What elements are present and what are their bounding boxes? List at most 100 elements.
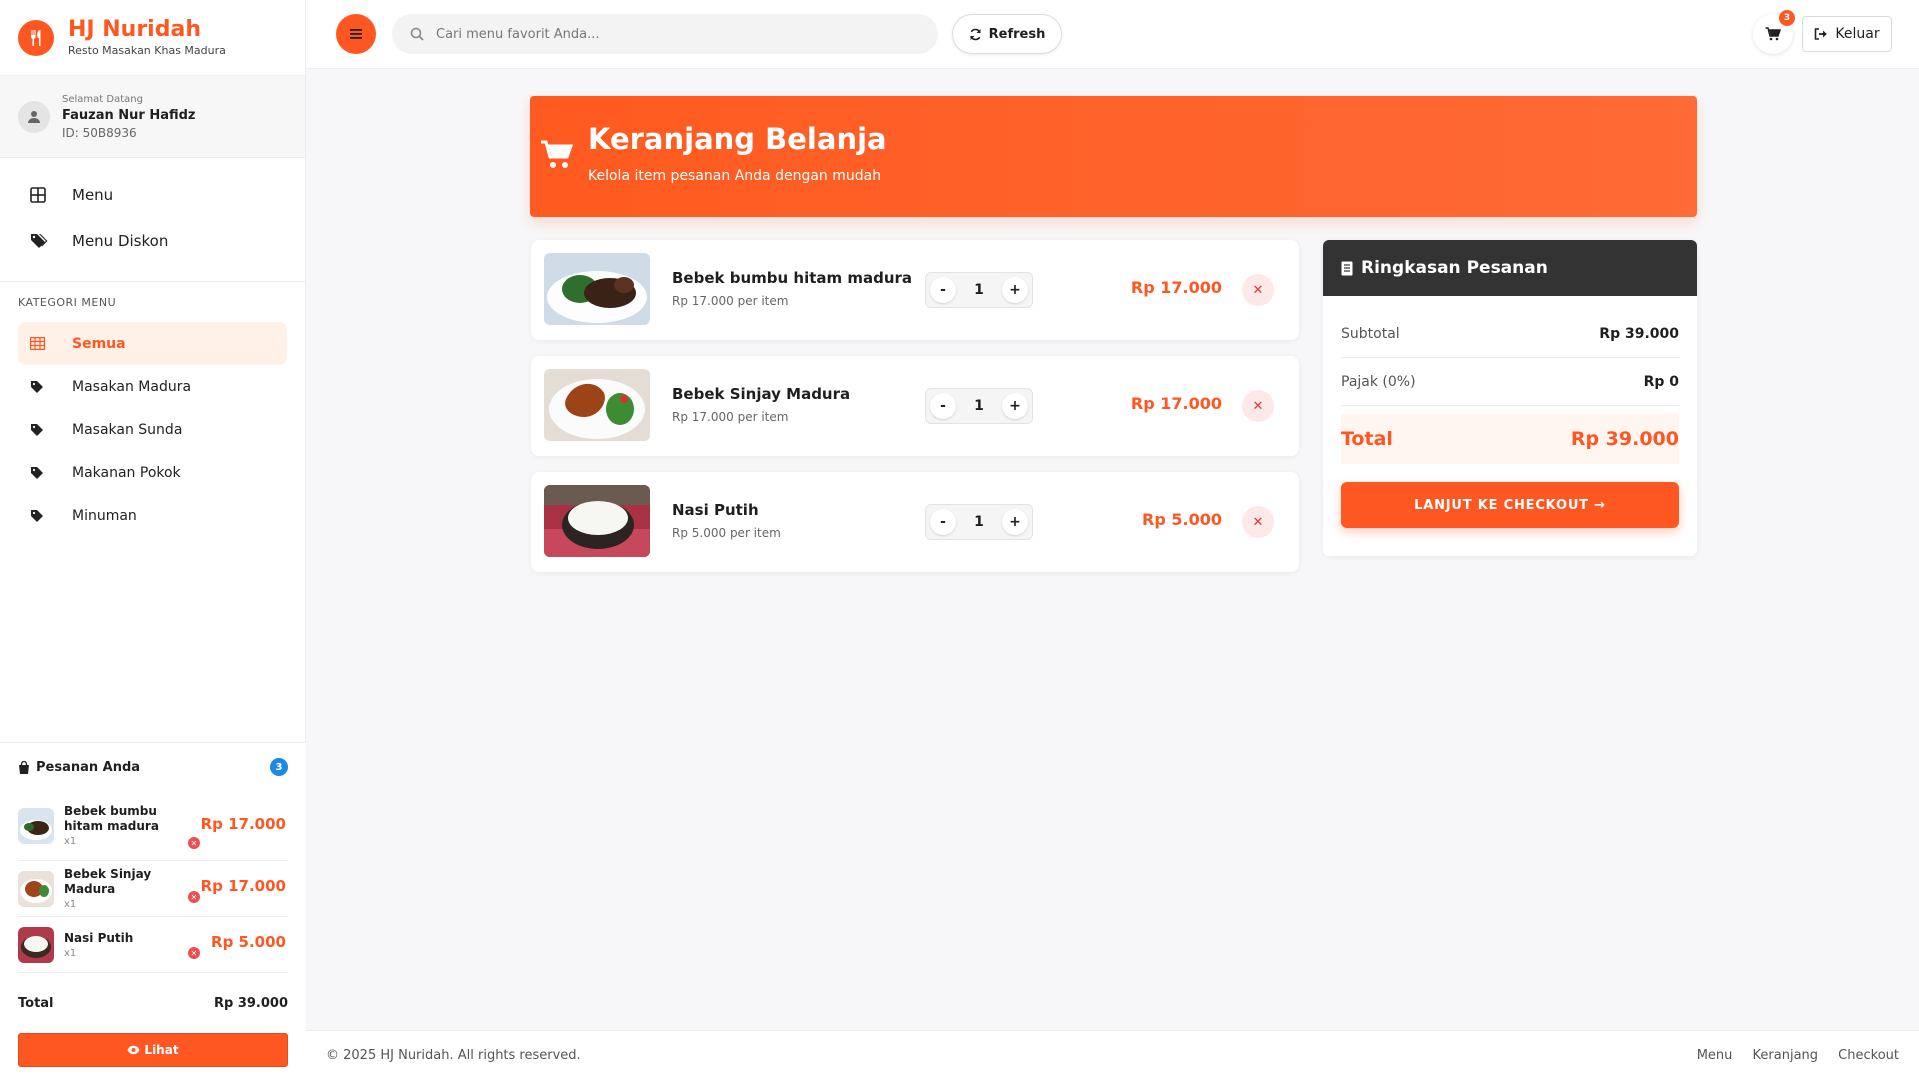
decrease-qty-button[interactable]: - [930, 393, 956, 419]
order-item-name: Nasi Putih [64, 930, 134, 945]
remove-item-button[interactable]: ✕ [1242, 390, 1274, 422]
summary-title: Ringkasan Pesanan [1361, 258, 1548, 278]
user-box: Selamat Datang Fauzan Nur Hafidz ID: 50B… [0, 76, 305, 158]
category-item-minuman[interactable]: Minuman [0, 494, 287, 537]
refresh-button[interactable]: Refresh [952, 14, 1062, 54]
view-orders-button[interactable]: Lihat [18, 1033, 288, 1067]
close-icon: ✕ [1252, 514, 1264, 530]
order-item: Nasi Putih x1 ✕ Rp 5.000 [18, 917, 288, 973]
category-item-masakan-madura[interactable]: Masakan Madura [0, 365, 287, 408]
cart-item: Bebek Sinjay Madura Rp 17.000 per item -… [531, 356, 1299, 456]
category-item-makanan-pokok[interactable]: Makanan Pokok [0, 451, 287, 494]
user-id: ID: 50B8936 [62, 125, 137, 140]
item-image [544, 485, 650, 557]
brand[interactable]: HJ Nuridah Resto Masakan Khas Madura [0, 0, 305, 76]
shopping-cart-icon [1765, 27, 1781, 41]
footer-link-keranjang[interactable]: Keranjang [1753, 1048, 1819, 1063]
decrease-qty-button[interactable]: - [930, 277, 956, 303]
orders-count-badge: 3 [270, 758, 288, 776]
remove-order-icon[interactable]: ✕ [188, 891, 200, 903]
order-thumbnail [18, 807, 54, 844]
quantity-stepper: - 1 + [925, 388, 1033, 424]
cart-button[interactable]: 3 [1753, 10, 1795, 54]
close-icon: ✕ [1252, 398, 1264, 414]
user-avatar-icon [18, 100, 50, 133]
item-total: Rp 17.000 [1130, 278, 1222, 297]
cart-hero: Keranjang Belanja Kelola item pesanan An… [530, 96, 1697, 217]
orders-total: Total Rp 39.000 [18, 973, 288, 1033]
tax-row: Pajak (0%) Rp 0 [1341, 358, 1679, 406]
cart-count-badge: 3 [1779, 10, 1795, 26]
item-name: Nasi Putih [672, 501, 759, 519]
category-label: Minuman [72, 507, 137, 524]
order-item-price: Rp 17.000 [200, 815, 286, 833]
orders-total-value: Rp 39.000 [213, 995, 288, 1011]
category-item-semua[interactable]: Semua [18, 322, 287, 365]
orders-total-label: Total [18, 995, 54, 1011]
category-item-masakan-sunda[interactable]: Masakan Sunda [0, 408, 287, 451]
footer: © 2025 HJ Nuridah. All rights reserved. … [306, 1030, 1919, 1079]
total-value: Rp 39.000 [1570, 428, 1679, 450]
category-label: Masakan Madura [72, 378, 192, 395]
footer-link-menu[interactable]: Menu [1697, 1048, 1733, 1063]
grid-icon [30, 187, 52, 203]
quantity-value: 1 [974, 282, 984, 298]
category-label: Makanan Pokok [72, 464, 181, 481]
logout-label: Keluar [1835, 26, 1880, 42]
order-item: Bebek bumbu hitam madura x1 ✕ Rp 17.000 [18, 791, 288, 861]
refresh-icon [969, 28, 981, 40]
increase-qty-button[interactable]: + [1002, 393, 1028, 419]
quantity-stepper: - 1 + [925, 272, 1033, 308]
checkout-button[interactable]: LANJUT KE CHECKOUT → [1341, 482, 1679, 528]
nav-item-menu[interactable]: Menu [0, 172, 305, 218]
category-title: KATEGORI MENU [18, 296, 117, 309]
increase-qty-button[interactable]: + [1002, 277, 1028, 303]
item-image [544, 369, 650, 441]
order-item: Bebek Sinjay Madura x1 ✕ Rp 17.000 [18, 861, 288, 917]
search-icon [410, 27, 424, 41]
topbar: Refresh 3 Keluar [306, 0, 1919, 69]
order-thumbnail [18, 870, 54, 907]
refresh-label: Refresh [988, 26, 1046, 42]
order-item-qty: x1 [64, 899, 77, 910]
brand-name: HJ Nuridah [68, 17, 201, 42]
tax-value: Rp 0 [1643, 373, 1679, 390]
remove-order-icon[interactable]: ✕ [188, 947, 200, 959]
category-label: Semua [72, 335, 126, 352]
increase-qty-button[interactable]: + [1002, 509, 1028, 535]
order-item-qty: x1 [64, 836, 77, 847]
tag-icon [30, 380, 52, 394]
quantity-value: 1 [974, 398, 984, 414]
item-name: Bebek bumbu hitam madura [672, 269, 913, 287]
close-icon: ✕ [1252, 282, 1264, 298]
category-list: Semua Masakan Madura Masakan Sunda Makan… [0, 322, 305, 537]
order-item-name: Bebek bumbu hitam madura [64, 804, 159, 833]
search-input[interactable] [436, 26, 896, 42]
search-bar [392, 14, 938, 54]
order-item-qty: x1 [64, 947, 77, 959]
user-name: Fauzan Nur Hafidz [62, 107, 196, 123]
orders-panel: Pesanan Anda 3 Bebek bumbu hitam madura … [0, 742, 306, 1079]
quantity-stepper: - 1 + [925, 504, 1033, 540]
hamburger-menu-button[interactable] [336, 14, 376, 54]
footer-link-checkout[interactable]: Checkout [1838, 1048, 1899, 1063]
tax-label: Pajak (0%) [1341, 373, 1416, 390]
receipt-icon [1341, 261, 1353, 275]
remove-order-icon[interactable]: ✕ [188, 837, 200, 849]
footer-links: Menu Keranjang Checkout [1681, 1048, 1899, 1063]
tag-icon [30, 423, 52, 437]
logout-button[interactable]: Keluar [1802, 16, 1892, 52]
decrease-qty-button[interactable]: - [930, 509, 956, 535]
item-total: Rp 17.000 [1130, 394, 1222, 413]
eye-icon [127, 1045, 140, 1055]
nav-item-menu-diskon[interactable]: Menu Diskon [0, 218, 305, 264]
orders-header: Pesanan Anda 3 [18, 743, 288, 791]
grid-icon [30, 337, 52, 350]
nav-item-label: Menu [72, 186, 114, 204]
remove-item-button[interactable]: ✕ [1242, 506, 1274, 538]
remove-item-button[interactable]: ✕ [1242, 274, 1274, 306]
brand-tagline: Resto Masakan Khas Madura [68, 44, 226, 57]
main-nav: Menu Menu Diskon [0, 158, 305, 282]
order-summary: Ringkasan Pesanan Subtotal Rp 39.000 Paj… [1323, 240, 1697, 556]
orders-title: Pesanan Anda [36, 759, 141, 775]
